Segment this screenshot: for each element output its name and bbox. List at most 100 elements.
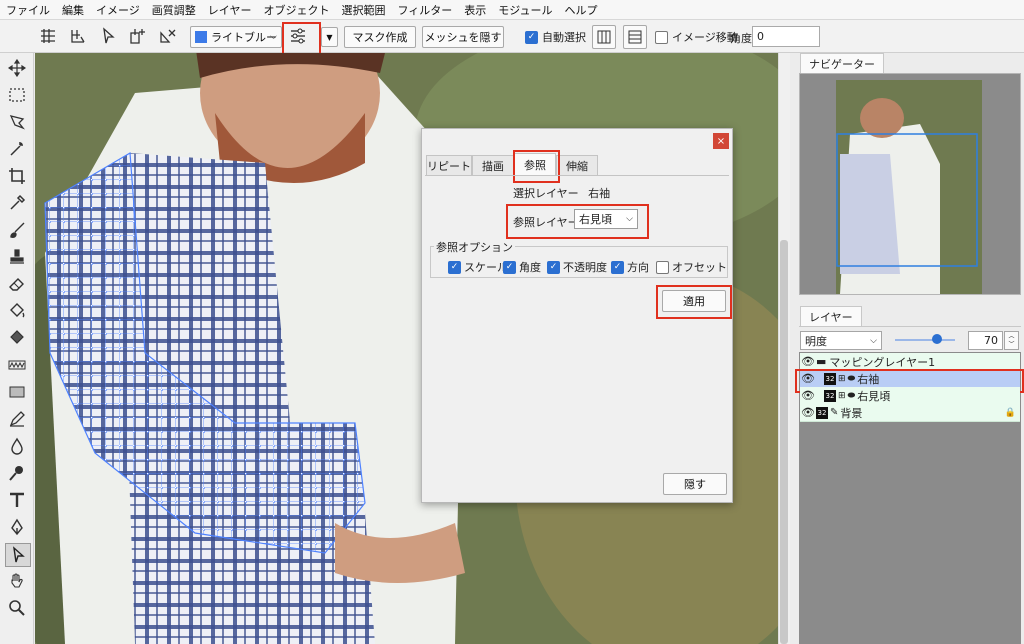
selected-layer-row: 選択レイヤー 右袖: [513, 187, 611, 200]
menu-item-8[interactable]: 表示: [458, 2, 492, 18]
mesh-select-tool-icon[interactable]: [5, 543, 31, 567]
option-offset-checkbox[interactable]: オフセット: [656, 259, 727, 275]
menu-item-0[interactable]: ファイル: [0, 2, 56, 18]
pattern-fill-icon[interactable]: [5, 327, 29, 349]
text-tool-icon[interactable]: [5, 489, 29, 511]
tab-divider: [425, 175, 729, 176]
eyedropper-icon[interactable]: [5, 192, 29, 214]
opacity-stepper[interactable]: ︿ ﹀: [1004, 331, 1019, 350]
eye-icon[interactable]: 👁: [800, 372, 816, 385]
stamp-icon[interactable]: [5, 246, 29, 268]
mesh-layer-icon: ⊞: [838, 390, 846, 401]
opacity-slider-track[interactable]: [895, 339, 955, 341]
crop-icon[interactable]: [5, 165, 29, 187]
checkbox-checked-icon: ✓: [547, 260, 560, 274]
mask-create-button[interactable]: マスク作成: [344, 26, 416, 48]
mesh-settings-icon[interactable]: [286, 25, 310, 47]
bit-depth-badge: 32: [824, 389, 836, 402]
rectangle-shape-icon[interactable]: [5, 381, 29, 403]
layers-tab[interactable]: レイヤー: [800, 306, 862, 326]
menu-item-2[interactable]: イメージ: [90, 2, 146, 18]
reference-dialog: × リピート 描画 参照 伸縮 選択レイヤー 右袖 参照レイヤー 右見頃 ⌵ 参…: [421, 128, 733, 503]
mesh-color-select[interactable]: ライトブルー ⌵: [190, 26, 282, 48]
zoom-icon[interactable]: [5, 597, 29, 619]
move-image-checkbox[interactable]: イメージ移動: [655, 29, 738, 45]
chevron-down-icon: ⌵: [626, 214, 633, 224]
reference-layer-select[interactable]: 右見頃 ⌵: [574, 209, 638, 229]
blend-mode-select[interactable]: 明度 ⌵: [800, 331, 882, 350]
bit-depth-badge: 32: [824, 372, 836, 385]
angle-input[interactable]: 0: [752, 26, 820, 47]
menu-bar: ファイル 編集 イメージ 画質調整 レイヤー オブジェクト 選択範囲 フィルター 表示 モジュール…: [0, 0, 1024, 20]
hand-icon[interactable]: [5, 570, 29, 592]
add-point-icon[interactable]: [126, 25, 150, 47]
layer-row-right-body[interactable]: 👁 32 ⊞ ⬬ 右見頃: [800, 387, 1020, 405]
close-icon[interactable]: ×: [713, 133, 729, 149]
menu-item-5[interactable]: オブジェクト: [257, 2, 335, 18]
menu-item-10[interactable]: ヘルプ: [558, 2, 603, 18]
select-arrow-icon[interactable]: [96, 25, 120, 47]
eye-icon[interactable]: 👁: [800, 355, 816, 368]
option-angle-checkbox[interactable]: ✓ 角度: [503, 259, 541, 275]
selected-layer-value: 右袖: [588, 187, 611, 200]
color-name: ライトブルー: [211, 31, 277, 44]
magic-wand-icon[interactable]: [5, 138, 29, 160]
mesh-grid-icon[interactable]: [36, 25, 60, 47]
rect-select-icon[interactable]: [5, 84, 29, 106]
folder-icon: ▬: [816, 355, 827, 368]
eye-icon[interactable]: 👁: [800, 389, 816, 402]
menu-item-9[interactable]: モジュール: [492, 2, 558, 18]
apply-button[interactable]: 適用: [662, 290, 726, 312]
menu-item-3[interactable]: 画質調整: [146, 2, 202, 18]
split-horizontal-button[interactable]: [623, 25, 647, 49]
reference-layer-label: 参照レイヤー: [513, 216, 579, 229]
canvas-scroll-thumb[interactable]: [780, 240, 788, 644]
blur-drop-icon[interactable]: [5, 435, 29, 457]
wave-icon[interactable]: [5, 354, 29, 376]
brush-icon[interactable]: [5, 219, 29, 241]
layer-row-folder[interactable]: 👁 ▬ マッピングレイヤー1: [800, 353, 1020, 371]
chevron-down-icon: ⌵: [270, 32, 277, 42]
smudge-icon[interactable]: [5, 462, 29, 484]
eye-icon[interactable]: 👁: [800, 406, 816, 419]
tab-repeat[interactable]: リピート: [426, 155, 472, 176]
menu-item-6[interactable]: 選択範囲: [335, 2, 391, 18]
pen-tool-icon[interactable]: [5, 516, 29, 538]
lasso-icon[interactable]: [5, 111, 29, 133]
tab-stretch[interactable]: 伸縮: [556, 155, 598, 176]
tab-draw[interactable]: 描画: [472, 155, 514, 176]
tool-panel: [0, 53, 34, 644]
pen-edit-icon[interactable]: [5, 408, 29, 430]
option-direction-checkbox[interactable]: ✓ 方向: [611, 259, 649, 275]
menu-item-1[interactable]: 編集: [56, 2, 90, 18]
checkbox-checked-icon: ✓: [525, 30, 538, 44]
link-icon: ⬬: [847, 390, 856, 401]
move-tool-icon[interactable]: [5, 57, 29, 79]
option-opacity-checkbox[interactable]: ✓ 不透明度: [547, 259, 607, 275]
hide-button[interactable]: 隠す: [663, 473, 727, 495]
auto-select-checkbox[interactable]: ✓ 自動選択: [525, 29, 586, 45]
opacity-slider-knob[interactable]: [932, 334, 942, 344]
navigator-thumbnail: [836, 80, 982, 294]
navigator-preview[interactable]: [799, 73, 1021, 295]
option-scale-checkbox[interactable]: ✓ スケール: [448, 259, 508, 275]
color-swatch: [195, 31, 207, 43]
bit-depth-badge: 32: [816, 406, 828, 419]
fill-bucket-icon[interactable]: [5, 300, 29, 322]
menu-item-4[interactable]: レイヤー: [202, 2, 258, 18]
angle-label: 角度: [730, 32, 752, 45]
layer-row-background[interactable]: 👁 32 ✎ 背景 🔒: [800, 404, 1020, 422]
menu-item-7[interactable]: フィルター: [391, 2, 458, 18]
settings-dropdown-button[interactable]: ▼: [321, 27, 338, 47]
split-vertical-button[interactable]: [592, 25, 616, 49]
tab-reference[interactable]: 参照: [514, 153, 556, 176]
mesh-warp-icon[interactable]: [66, 25, 90, 47]
delete-point-icon[interactable]: [156, 25, 180, 47]
eraser-icon[interactable]: [5, 273, 29, 295]
navigator-tab[interactable]: ナビゲーター: [800, 53, 884, 73]
lock-icon: 🔒: [1004, 407, 1016, 418]
hide-mesh-button[interactable]: メッシュを隠す: [422, 26, 504, 48]
layer-row-right-sleeve[interactable]: 👁 32 ⊞ ⬬ 右袖: [800, 370, 1020, 388]
checkbox-checked-icon: ✓: [611, 260, 624, 274]
opacity-input[interactable]: 70: [968, 331, 1003, 350]
